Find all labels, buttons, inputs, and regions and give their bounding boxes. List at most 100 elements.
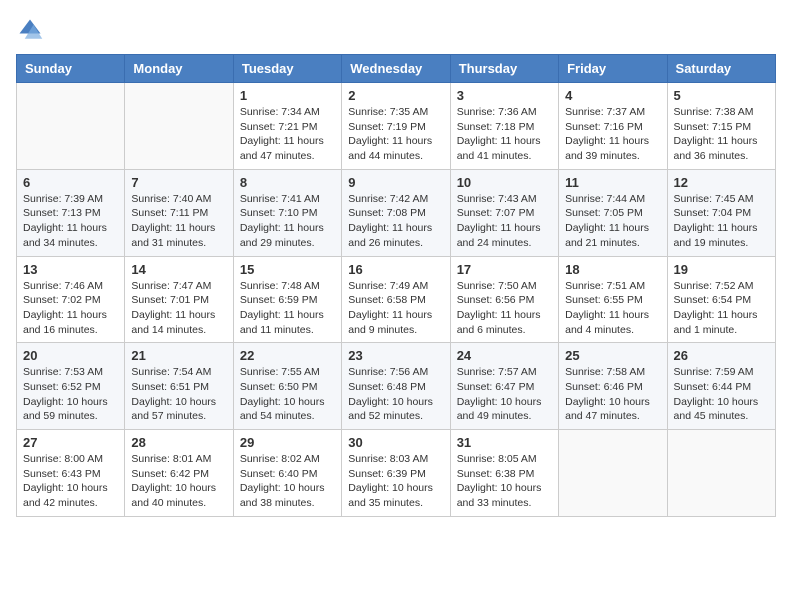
day-header-monday: Monday xyxy=(125,55,233,83)
day-header-wednesday: Wednesday xyxy=(342,55,450,83)
day-number: 25 xyxy=(565,348,660,363)
logo-icon xyxy=(16,16,44,44)
day-number: 10 xyxy=(457,175,552,190)
calendar-week-row: 13 Sunrise: 7:46 AMSunset: 7:02 PMDayligh… xyxy=(17,256,776,343)
calendar-cell: 11Sunrise: 7:44 AMSunset: 7:05 PMDayligh… xyxy=(559,169,667,256)
day-info: Sunrise: 7:39 AMSunset: 7:13 PMDaylight:… xyxy=(23,192,118,251)
day-info: Sunrise: 8:00 AMSunset: 6:43 PMDaylight:… xyxy=(23,452,118,511)
day-info: Sunrise: 7:38 AMSunset: 7:15 PMDaylight:… xyxy=(674,105,769,164)
day-info: Sunrise: 8:03 AMSunset: 6:39 PMDaylight:… xyxy=(348,452,443,511)
calendar-cell: 8 Sunrise: 7:41 AMSunset: 7:10 PMDaylight… xyxy=(233,169,341,256)
day-info: Sunrise: 7:50 AMSunset: 6:56 PMDaylight:… xyxy=(457,279,552,338)
calendar-week-row: 20 Sunrise: 7:53 AMSunset: 6:52 PMDayligh… xyxy=(17,343,776,430)
day-info: Sunrise: 8:01 AMSunset: 6:42 PMDaylight:… xyxy=(131,452,226,511)
calendar-header-row: SundayMondayTuesdayWednesdayThursdayFrid… xyxy=(17,55,776,83)
calendar-cell: 10 Sunrise: 7:43 AMSunset: 7:07 PMDayligh… xyxy=(450,169,558,256)
calendar-cell: 31 Sunrise: 8:05 AMSunset: 6:38 PMDayligh… xyxy=(450,430,558,517)
calendar-cell: 24 Sunrise: 7:57 AMSunset: 6:47 PMDayligh… xyxy=(450,343,558,430)
calendar-cell: 12 Sunrise: 7:45 AMSunset: 7:04 PMDayligh… xyxy=(667,169,775,256)
day-info: Sunrise: 7:45 AMSunset: 7:04 PMDaylight:… xyxy=(674,192,769,251)
day-header-sunday: Sunday xyxy=(17,55,125,83)
calendar-cell: 21 Sunrise: 7:54 AMSunset: 6:51 PMDayligh… xyxy=(125,343,233,430)
calendar-cell: 13 Sunrise: 7:46 AMSunset: 7:02 PMDayligh… xyxy=(17,256,125,343)
day-number: 16 xyxy=(348,262,443,277)
day-number: 3 xyxy=(457,88,552,103)
calendar-cell: 29 Sunrise: 8:02 AMSunset: 6:40 PMDayligh… xyxy=(233,430,341,517)
day-number: 13 xyxy=(23,262,118,277)
day-number: 11 xyxy=(565,175,660,190)
calendar-cell: 17 Sunrise: 7:50 AMSunset: 6:56 PMDayligh… xyxy=(450,256,558,343)
day-number: 15 xyxy=(240,262,335,277)
calendar-cell: 2Sunrise: 7:35 AMSunset: 7:19 PMDaylight… xyxy=(342,83,450,170)
day-number: 5 xyxy=(674,88,769,103)
day-number: 30 xyxy=(348,435,443,450)
day-number: 29 xyxy=(240,435,335,450)
day-number: 8 xyxy=(240,175,335,190)
day-number: 4 xyxy=(565,88,660,103)
day-info: Sunrise: 7:34 AMSunset: 7:21 PMDaylight:… xyxy=(240,105,335,164)
calendar-cell: 1 Sunrise: 7:34 AMSunset: 7:21 PMDaylight… xyxy=(233,83,341,170)
day-number: 2 xyxy=(348,88,443,103)
day-info: Sunrise: 7:51 AMSunset: 6:55 PMDaylight:… xyxy=(565,279,660,338)
day-info: Sunrise: 7:37 AMSunset: 7:16 PMDaylight:… xyxy=(565,105,660,164)
calendar-cell: 19 Sunrise: 7:52 AMSunset: 6:54 PMDayligh… xyxy=(667,256,775,343)
calendar-cell: 22 Sunrise: 7:55 AMSunset: 6:50 PMDayligh… xyxy=(233,343,341,430)
day-info: Sunrise: 7:52 AMSunset: 6:54 PMDaylight:… xyxy=(674,279,769,338)
calendar-cell: 6 Sunrise: 7:39 AMSunset: 7:13 PMDaylight… xyxy=(17,169,125,256)
day-info: Sunrise: 7:42 AMSunset: 7:08 PMDaylight:… xyxy=(348,192,443,251)
day-info: Sunrise: 7:46 AMSunset: 7:02 PMDaylight:… xyxy=(23,279,118,338)
day-info: Sunrise: 7:41 AMSunset: 7:10 PMDaylight:… xyxy=(240,192,335,251)
day-number: 26 xyxy=(674,348,769,363)
day-number: 17 xyxy=(457,262,552,277)
day-info: Sunrise: 7:40 AMSunset: 7:11 PMDaylight:… xyxy=(131,192,226,251)
calendar-cell: 23 Sunrise: 7:56 AMSunset: 6:48 PMDayligh… xyxy=(342,343,450,430)
calendar-cell: 27 Sunrise: 8:00 AMSunset: 6:43 PMDayligh… xyxy=(17,430,125,517)
day-number: 22 xyxy=(240,348,335,363)
day-info: Sunrise: 7:56 AMSunset: 6:48 PMDaylight:… xyxy=(348,365,443,424)
day-number: 24 xyxy=(457,348,552,363)
calendar-table: SundayMondayTuesdayWednesdayThursdayFrid… xyxy=(16,54,776,517)
calendar-cell xyxy=(17,83,125,170)
day-number: 1 xyxy=(240,88,335,103)
day-info: Sunrise: 7:49 AMSunset: 6:58 PMDaylight:… xyxy=(348,279,443,338)
day-header-friday: Friday xyxy=(559,55,667,83)
day-info: Sunrise: 7:57 AMSunset: 6:47 PMDaylight:… xyxy=(457,365,552,424)
day-info: Sunrise: 7:36 AMSunset: 7:18 PMDaylight:… xyxy=(457,105,552,164)
day-number: 23 xyxy=(348,348,443,363)
calendar-cell: 16 Sunrise: 7:49 AMSunset: 6:58 PMDayligh… xyxy=(342,256,450,343)
calendar-cell: 4 Sunrise: 7:37 AMSunset: 7:16 PMDaylight… xyxy=(559,83,667,170)
day-info: Sunrise: 7:53 AMSunset: 6:52 PMDaylight:… xyxy=(23,365,118,424)
day-info: Sunrise: 7:58 AMSunset: 6:46 PMDaylight:… xyxy=(565,365,660,424)
day-number: 6 xyxy=(23,175,118,190)
calendar-week-row: 27 Sunrise: 8:00 AMSunset: 6:43 PMDayligh… xyxy=(17,430,776,517)
day-number: 21 xyxy=(131,348,226,363)
day-number: 27 xyxy=(23,435,118,450)
day-number: 7 xyxy=(131,175,226,190)
day-info: Sunrise: 7:54 AMSunset: 6:51 PMDaylight:… xyxy=(131,365,226,424)
day-info: Sunrise: 7:55 AMSunset: 6:50 PMDaylight:… xyxy=(240,365,335,424)
day-number: 31 xyxy=(457,435,552,450)
day-header-thursday: Thursday xyxy=(450,55,558,83)
calendar-cell: 7 Sunrise: 7:40 AMSunset: 7:11 PMDaylight… xyxy=(125,169,233,256)
day-number: 19 xyxy=(674,262,769,277)
day-info: Sunrise: 8:05 AMSunset: 6:38 PMDaylight:… xyxy=(457,452,552,511)
day-header-tuesday: Tuesday xyxy=(233,55,341,83)
calendar-cell xyxy=(125,83,233,170)
calendar-cell: 9Sunrise: 7:42 AMSunset: 7:08 PMDaylight… xyxy=(342,169,450,256)
day-info: Sunrise: 8:02 AMSunset: 6:40 PMDaylight:… xyxy=(240,452,335,511)
day-number: 18 xyxy=(565,262,660,277)
day-number: 12 xyxy=(674,175,769,190)
calendar-cell: 26Sunrise: 7:59 AMSunset: 6:44 PMDayligh… xyxy=(667,343,775,430)
day-info: Sunrise: 7:48 AMSunset: 6:59 PMDaylight:… xyxy=(240,279,335,338)
day-info: Sunrise: 7:43 AMSunset: 7:07 PMDaylight:… xyxy=(457,192,552,251)
calendar-cell: 5 Sunrise: 7:38 AMSunset: 7:15 PMDaylight… xyxy=(667,83,775,170)
calendar-cell xyxy=(559,430,667,517)
page-header xyxy=(16,16,776,44)
calendar-cell: 30 Sunrise: 8:03 AMSunset: 6:39 PMDayligh… xyxy=(342,430,450,517)
day-number: 20 xyxy=(23,348,118,363)
day-number: 28 xyxy=(131,435,226,450)
calendar-cell: 18 Sunrise: 7:51 AMSunset: 6:55 PMDayligh… xyxy=(559,256,667,343)
calendar-cell: 20 Sunrise: 7:53 AMSunset: 6:52 PMDayligh… xyxy=(17,343,125,430)
calendar-cell: 28 Sunrise: 8:01 AMSunset: 6:42 PMDayligh… xyxy=(125,430,233,517)
logo xyxy=(16,16,48,44)
